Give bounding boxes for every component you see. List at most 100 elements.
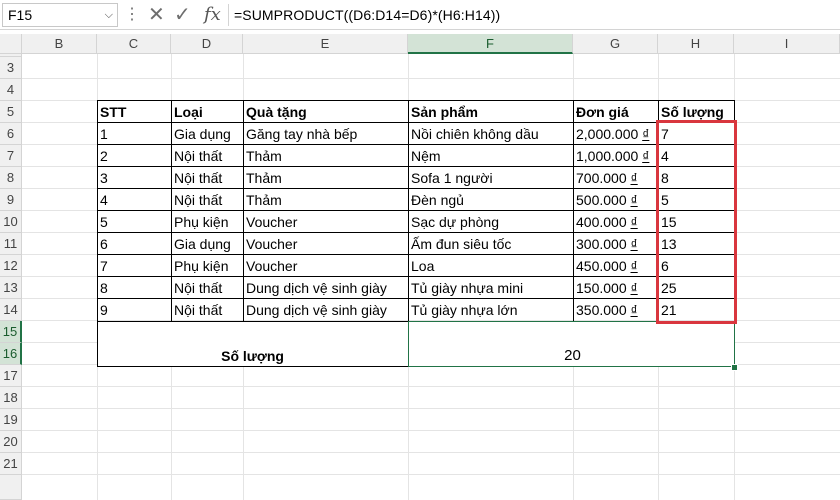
enter-icon[interactable]: ✓ [174, 0, 191, 30]
cell-stt[interactable]: 2 [98, 145, 171, 167]
cell-qua-tang[interactable]: Thảm [244, 189, 408, 211]
row-header[interactable]: 12 [0, 255, 22, 277]
select-all-corner[interactable] [0, 34, 22, 54]
price-value: 2,000.000 [576, 126, 639, 142]
cell-qua-tang[interactable]: Voucher [244, 233, 408, 255]
cell-qua-tang[interactable]: Voucher [244, 211, 408, 233]
cell-don-gia[interactable]: 700.000 ₫ [574, 167, 658, 189]
cell-qua-tang[interactable]: Thảm [244, 145, 408, 167]
cell-loai[interactable]: Gia dụng [172, 123, 243, 145]
cell-qua-tang[interactable]: Găng tay nhà bếp [244, 123, 408, 145]
function-icon[interactable]: fx [204, 0, 221, 30]
cell-stt[interactable]: 1 [98, 123, 171, 145]
cell-stt[interactable]: 6 [98, 233, 171, 255]
chevron-down-icon[interactable]: ⌵ [105, 4, 113, 26]
cell-qua-tang[interactable]: Dung dịch vệ sinh giày [244, 277, 408, 299]
header-san-pham[interactable]: Sản phẩm [409, 101, 573, 123]
row-header[interactable]: 11 [0, 233, 22, 255]
cell-san-pham[interactable]: Nồi chiên không dầu [409, 123, 573, 145]
header-don-gia[interactable]: Đơn giá [574, 101, 658, 123]
row-header-selected[interactable]: 16 [0, 343, 22, 365]
cell-loai[interactable]: Nội thất [172, 277, 243, 299]
column-header[interactable]: I [734, 34, 840, 54]
price-value: 700.000 [576, 170, 627, 186]
cell-qua-tang[interactable]: Dung dịch vệ sinh giày [244, 299, 408, 321]
row-header[interactable]: 7 [0, 145, 22, 167]
cell-san-pham[interactable]: Sofa 1 người [409, 167, 573, 189]
column-header-selected[interactable]: F [408, 34, 573, 54]
currency-symbol: ₫ [630, 170, 638, 186]
cell-qua-tang[interactable]: Thảm [244, 167, 408, 189]
cell-don-gia[interactable]: 1,000.000 ₫ [574, 145, 658, 167]
row-header[interactable]: 10 [0, 211, 22, 233]
cell-san-pham[interactable]: Đèn ngủ [409, 189, 573, 211]
highlight-box [656, 120, 737, 324]
cell-stt[interactable]: 4 [98, 189, 171, 211]
name-box[interactable]: F15 ⌵ [2, 3, 118, 27]
cell-loai[interactable]: Phụ kiện [172, 211, 243, 233]
cell-don-gia[interactable]: 150.000 ₫ [574, 277, 658, 299]
cancel-icon[interactable]: ✕ [148, 0, 165, 30]
cell-san-pham[interactable]: Ấm đun siêu tốc [409, 233, 573, 255]
cell-stt[interactable]: 3 [98, 167, 171, 189]
cell-don-gia[interactable]: 450.000 ₫ [574, 255, 658, 277]
row-header[interactable]: 17 [0, 365, 22, 387]
cell-don-gia[interactable]: 2,000.000 ₫ [574, 123, 658, 145]
active-cell-selection[interactable] [408, 321, 735, 367]
formula-divider [228, 4, 229, 26]
row-header[interactable]: 14 [0, 299, 22, 321]
cell-san-pham[interactable]: Sạc dự phòng [409, 211, 573, 233]
header-qua-tang[interactable]: Quà tặng [244, 101, 408, 123]
row-header[interactable]: 21 [0, 453, 22, 475]
cell-san-pham[interactable]: Loa [409, 255, 573, 277]
price-value: 400.000 [576, 214, 627, 230]
row-header[interactable]: 20 [0, 431, 22, 453]
row-header[interactable]: 18 [0, 387, 22, 409]
cell-loai[interactable]: Gia dụng [172, 233, 243, 255]
header-loai[interactable]: Loại [172, 101, 243, 123]
cell-loai[interactable]: Nội thất [172, 189, 243, 211]
row-header[interactable]: 19 [0, 409, 22, 431]
cell-loai[interactable]: Phụ kiện [172, 255, 243, 277]
column-header[interactable]: C [97, 34, 171, 54]
price-value: 1,000.000 [576, 148, 639, 164]
column-header[interactable]: H [658, 34, 734, 54]
cell-san-pham[interactable]: Nệm [409, 145, 573, 167]
row-header[interactable]: 13 [0, 277, 22, 299]
row-header[interactable]: 6 [0, 123, 22, 145]
more-options-icon[interactable]: ⋮ [124, 0, 140, 30]
formula-bar: F15 ⌵ ⋮ ✕ ✓ fx =SUMPRODUCT((D6:D14=D6)*(… [0, 0, 840, 30]
column-header[interactable]: G [573, 34, 658, 54]
cell-san-pham[interactable]: Tủ giày nhựa lớn [409, 299, 573, 321]
header-stt[interactable]: STT [98, 101, 171, 123]
cell-don-gia[interactable]: 350.000 ₫ [574, 299, 658, 321]
gridline [22, 452, 840, 453]
cell-stt[interactable]: 9 [98, 299, 171, 321]
row-header[interactable]: 5 [0, 101, 22, 123]
cell-loai[interactable]: Nội thất [172, 145, 243, 167]
column-header[interactable]: D [171, 34, 243, 54]
summary-label[interactable]: Số lượng [98, 345, 408, 367]
cell-loai[interactable]: Nội thất [172, 299, 243, 321]
cell-don-gia[interactable]: 300.000 ₫ [574, 233, 658, 255]
row-header[interactable]: 8 [0, 167, 22, 189]
cell-stt[interactable]: 8 [98, 277, 171, 299]
currency-symbol: ₫ [642, 148, 650, 164]
cell-san-pham[interactable]: Tủ giày nhựa mini [409, 277, 573, 299]
formula-input[interactable]: =SUMPRODUCT((D6:D14=D6)*(H6:H14)) [234, 0, 500, 30]
cell-qua-tang[interactable]: Voucher [244, 255, 408, 277]
cell-stt[interactable]: 5 [98, 211, 171, 233]
currency-symbol: ₫ [630, 302, 638, 318]
cell-loai[interactable]: Nội thất [172, 167, 243, 189]
row-header[interactable]: 9 [0, 189, 22, 211]
row-header-selected[interactable]: 15 [0, 321, 22, 343]
row-header[interactable]: 4 [0, 79, 22, 101]
cell-don-gia[interactable]: 500.000 ₫ [574, 189, 658, 211]
column-header[interactable]: B [22, 34, 97, 54]
price-value: 500.000 [576, 192, 627, 208]
row-header[interactable]: 3 [0, 57, 22, 79]
cell-stt[interactable]: 7 [98, 255, 171, 277]
cell-don-gia[interactable]: 400.000 ₫ [574, 211, 658, 233]
column-header[interactable]: E [243, 34, 408, 54]
fill-handle[interactable] [731, 364, 738, 371]
